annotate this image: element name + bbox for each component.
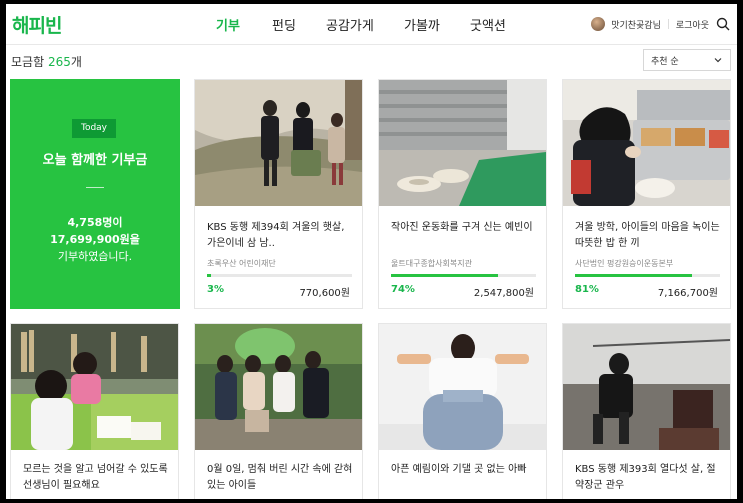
fundraiser-card[interactable]: KBS 동행 제394회 겨울의 햇살, 가은이네 삼 남.. 초록우산 어린이… xyxy=(194,79,363,309)
card-title: 작아진 운동화를 구겨 신는 예빈이 xyxy=(391,222,533,233)
donation-total: 17,699,900원을 xyxy=(50,233,140,246)
main-nav: 기부 펀딩 공감가게 가볼까 굿액션 xyxy=(216,15,506,34)
fundraiser-photo xyxy=(563,324,730,450)
card-organization: 울트대구종합사회복지관 xyxy=(391,259,472,268)
progress-bar xyxy=(575,274,720,277)
user-area: 맛기찬곶감님 로그아웃 xyxy=(591,13,737,35)
fundraiser-photo xyxy=(563,80,730,206)
card-title: 아픈 예림이와 기댈 곳 없는 아빠 xyxy=(391,464,527,475)
nav-funding[interactable]: 펀딩 xyxy=(272,15,326,34)
card-organization: 초록우산 어린이재단 xyxy=(207,259,276,268)
card-organization: 사단법인 펑강원승이운동본부 xyxy=(575,259,674,268)
progress-percent: 81% xyxy=(575,284,599,295)
progress-bar xyxy=(207,274,352,277)
raised-amount: 2,547,800원 xyxy=(473,288,534,299)
card-title: 겨울 방학, 아이들의 마음을 녹이는 따뜻한 밥 한 끼 xyxy=(575,222,720,249)
fundraiser-photo xyxy=(195,324,362,450)
fundraiser-card[interactable]: KBS 동행 제393회 열다섯 살, 절약장군 관우 xyxy=(562,323,731,499)
nav-visit[interactable]: 가볼까 xyxy=(404,15,470,34)
fundraiser-card[interactable]: 겨울 방학, 아이들의 마음을 녹이는 따뜻한 밥 한 끼 사단법인 펑강원승이… xyxy=(562,79,731,309)
divider xyxy=(86,187,104,188)
nav-store[interactable]: 공감가게 xyxy=(326,15,404,34)
fundraiser-count: 모금함 265개 xyxy=(11,53,82,70)
progress-percent: 74% xyxy=(391,284,415,295)
card-title: KBS 동행 제393회 열다섯 살, 절약장군 관우 xyxy=(575,464,716,491)
page: 해피빈 기부 펀딩 공감가게 가볼까 굿액션 맛기찬곶감님 로그아웃 모금함 2… xyxy=(6,4,737,499)
progress-percent: 3% xyxy=(207,284,224,295)
fundraiser-card[interactable]: 0월 0일, 멈춰 버린 시간 속에 갇혀 있는 아이들 xyxy=(194,323,363,499)
card-title: 모르는 것을 알고 넘어갈 수 있도록 선생님이 필요해요 xyxy=(23,464,168,491)
raised-amount: 770,600원 xyxy=(299,288,350,299)
progress-fill xyxy=(207,274,212,277)
fundraiser-card[interactable]: 아픈 예림이와 기댈 곳 없는 아빠 xyxy=(378,323,547,499)
raised-amount: 7,166,700원 xyxy=(657,288,718,299)
today-badge: Today xyxy=(72,119,116,138)
count-number: 265 xyxy=(47,55,71,69)
nav-donate[interactable]: 기부 xyxy=(216,15,272,34)
today-stats: 4,758명이 17,699,900원을 기부하였습니다. xyxy=(10,214,180,265)
progress-fill xyxy=(575,274,693,277)
top-header: 해피빈 기부 펀딩 공감가게 가볼까 굿액션 맛기찬곶감님 로그아웃 xyxy=(6,4,737,45)
user-name[interactable]: 맛기찬곶감님 xyxy=(611,18,661,31)
sort-dropdown[interactable]: 추천 순 xyxy=(643,49,731,71)
fundraiser-photo xyxy=(379,80,546,206)
today-donation-card: Today 오늘 함께한 기부금 4,758명이 17,699,900원을 기부… xyxy=(10,79,180,309)
donor-count: 4,758명이 xyxy=(67,216,123,229)
search-icon xyxy=(716,17,730,31)
fundraiser-card[interactable]: 작아진 운동화를 구겨 신는 예빈이 울트대구종합사회복지관 74% 2,547… xyxy=(378,79,547,309)
fundraiser-photo xyxy=(379,324,546,450)
fundraiser-photo xyxy=(195,80,362,206)
avatar[interactable] xyxy=(591,17,606,31)
fundraiser-photo xyxy=(11,324,178,450)
logout-link[interactable]: 로그아웃 xyxy=(676,18,709,31)
card-title: KBS 동행 제394회 겨울의 햇살, 가은이네 삼 남.. xyxy=(207,222,345,249)
divider xyxy=(667,19,669,29)
nav-good-action[interactable]: 굿액션 xyxy=(470,15,506,34)
fundraiser-card[interactable]: 모르는 것을 알고 넘어갈 수 있도록 선생님이 필요해요 xyxy=(10,323,179,499)
today-title: 오늘 함께한 기부금 xyxy=(42,153,148,168)
today-caption: 기부하였습니다. xyxy=(57,250,133,263)
progress-bar xyxy=(391,274,536,277)
logo[interactable]: 해피빈 xyxy=(12,11,62,38)
progress-fill xyxy=(391,274,499,277)
count-prefix: 모금함 xyxy=(11,55,48,69)
search-button[interactable] xyxy=(709,13,737,35)
count-suffix: 개 xyxy=(70,55,82,69)
sort-value: 추천 순 xyxy=(651,57,679,67)
chevron-down-icon xyxy=(714,58,722,63)
card-title: 0월 0일, 멈춰 버린 시간 속에 갇혀 있는 아이들 xyxy=(207,464,353,491)
